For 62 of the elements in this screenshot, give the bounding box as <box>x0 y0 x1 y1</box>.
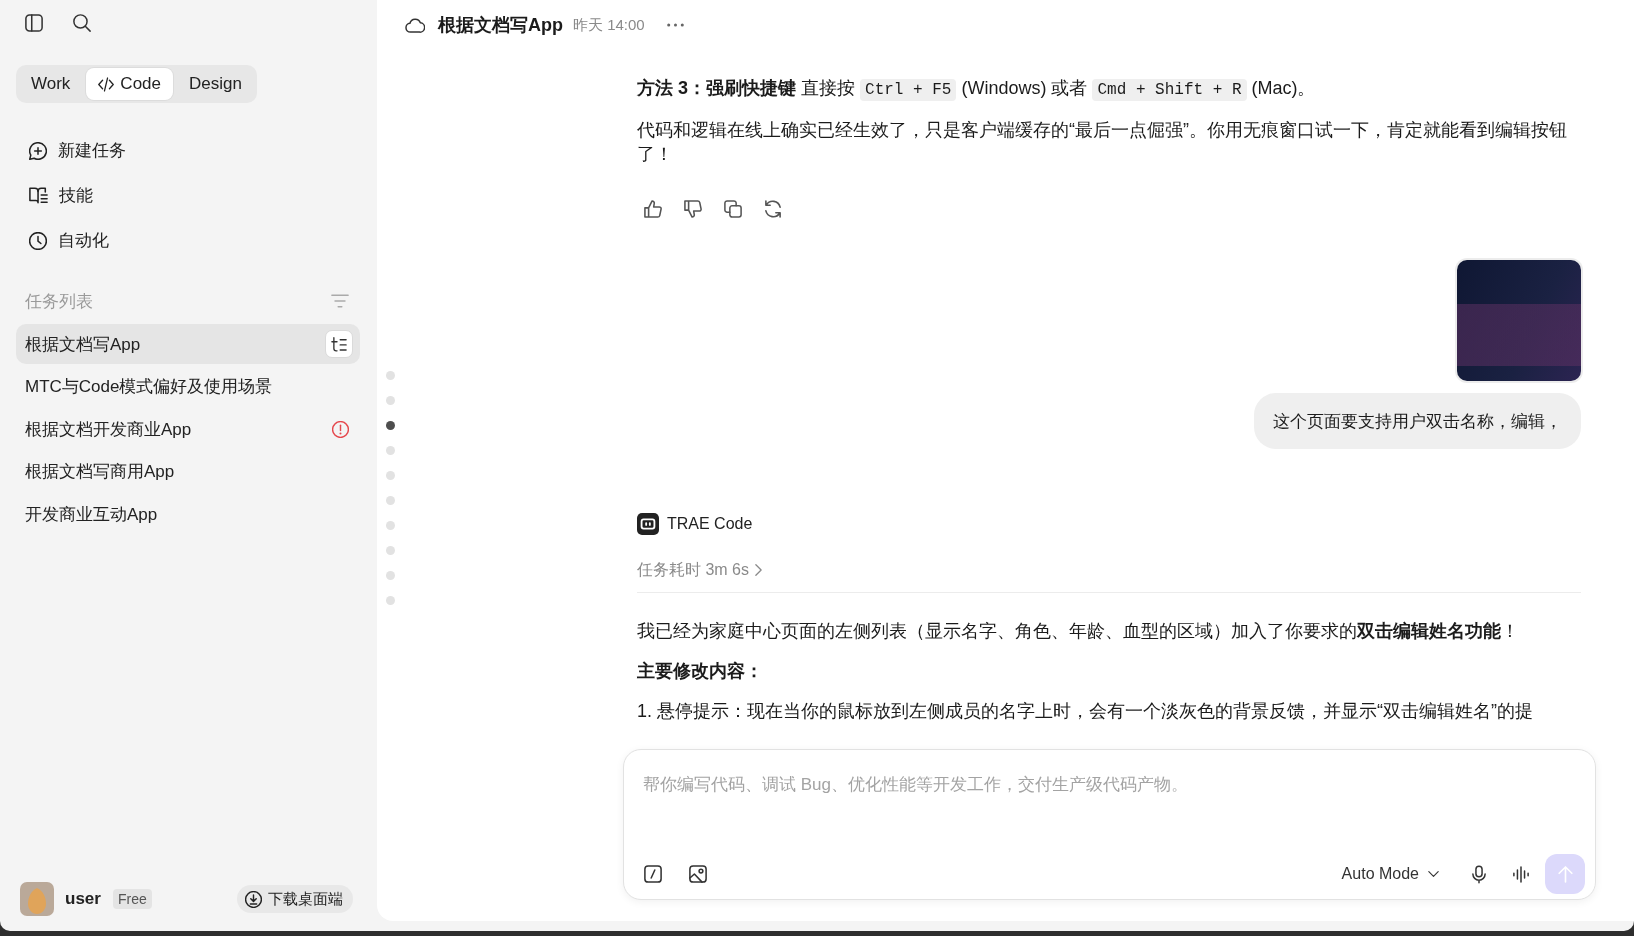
section-label: 任务列表 <box>25 290 93 313</box>
tree-list-icon <box>331 336 347 352</box>
nav-dot[interactable] <box>386 371 395 380</box>
nav-dot[interactable] <box>386 571 395 580</box>
nav-dot[interactable] <box>386 546 395 555</box>
thumbs-down-icon[interactable] <box>684 200 702 218</box>
message-paragraph: 我已经为家庭中心页面的左侧列表（显示名字、角色、年龄、血型的区域）加入了你要求的双击编辑姓名功能！ <box>637 620 1520 643</box>
chevron-right-icon <box>755 564 762 576</box>
code-icon <box>98 76 115 92</box>
section-heading: 主要修改内容： <box>637 660 764 683</box>
outline-button[interactable] <box>325 330 353 358</box>
download-button[interactable]: 下载桌面端 <box>237 885 353 913</box>
task-item[interactable]: 根据文档开发商业App <box>16 409 360 449</box>
nav-item[interactable]: 新建任务 <box>0 128 377 173</box>
download-icon <box>245 890 262 908</box>
timestamp: 昨天 14:00 <box>573 15 645 35</box>
image-icon[interactable] <box>689 865 707 883</box>
message-paragraph: 代码和逻辑在线上确实已经生效了，只是客户端缓存的“最后一点倔强”。你用无痕窗口试一下，肯定就能看到编辑按钮了！ <box>637 119 1568 166</box>
chevron-down-icon <box>1428 871 1439 877</box>
nav-dot[interactable] <box>386 446 395 455</box>
sidebar-toggle-icon[interactable] <box>25 14 43 32</box>
clock-icon <box>29 231 47 250</box>
mode-tab[interactable]: Work <box>19 68 83 100</box>
mode-tab[interactable]: Design <box>177 68 254 100</box>
task-item[interactable]: MTC与Code模式偏好及使用场景 <box>16 366 360 407</box>
list-item: 1. 悬停提示：现在当你的鼠标放到左侧成员的名字上时，会有一个淡灰色的背景反馈，并显示“双击编辑姓名”的提 <box>637 700 1534 723</box>
duration-toggle[interactable]: 任务耗时 3m 6s <box>637 558 762 582</box>
slash-command-icon[interactable] <box>644 865 662 883</box>
book-icon <box>29 187 48 204</box>
mode-dropdown[interactable]: Auto Mode <box>1333 858 1447 890</box>
thumbs-up-icon[interactable] <box>644 200 662 218</box>
agent-name: TRAE Code <box>667 515 753 533</box>
arrow-up-icon <box>1557 865 1573 883</box>
nav-dot[interactable] <box>386 521 395 530</box>
nav-dot[interactable] <box>386 421 395 430</box>
microphone-icon[interactable] <box>1472 864 1486 884</box>
image-thumbnail[interactable] <box>1457 260 1581 381</box>
task-item[interactable]: 根据文档写商用App <box>16 451 360 492</box>
nav-dot[interactable] <box>386 496 395 505</box>
plan-badge: Free <box>112 889 152 909</box>
copy-icon[interactable] <box>724 200 742 218</box>
chat-plus-icon <box>29 141 47 160</box>
logo-icon <box>637 513 659 535</box>
nav-item[interactable]: 自动化 <box>0 218 377 263</box>
user-name: user <box>65 889 101 909</box>
message-input[interactable]: 帮你编写代码、调试 Bug、优化性能等开发工作，交付生产级代码产物。 Auto Mode <box>623 749 1596 900</box>
avatar-icon <box>20 882 54 916</box>
refresh-icon[interactable] <box>764 200 782 218</box>
nav-dot[interactable] <box>386 596 395 605</box>
task-item[interactable]: 开发商业互动App <box>16 494 360 534</box>
cloud-icon[interactable] <box>405 17 425 33</box>
more-icon[interactable] <box>666 23 684 27</box>
nav-dot[interactable] <box>386 396 395 405</box>
waveform-icon[interactable] <box>1513 865 1529 883</box>
user-message-bubble: 这个页面要支持用户双击名称，编辑， <box>1254 393 1581 449</box>
nav-dot[interactable] <box>386 471 395 480</box>
message-paragraph: 方法 3：强刷快捷键 直接按 Ctrl + F5 (Windows) 或者 Cmd + Shift + R (Mac)。 <box>637 77 1317 102</box>
mode-tab[interactable]: Code <box>86 68 173 100</box>
chat-title: 根据文档写App <box>438 14 563 37</box>
task-item[interactable]: 根据文档写App <box>16 324 360 364</box>
nav-item[interactable]: 技能 <box>0 173 377 218</box>
search-icon[interactable] <box>73 14 91 32</box>
